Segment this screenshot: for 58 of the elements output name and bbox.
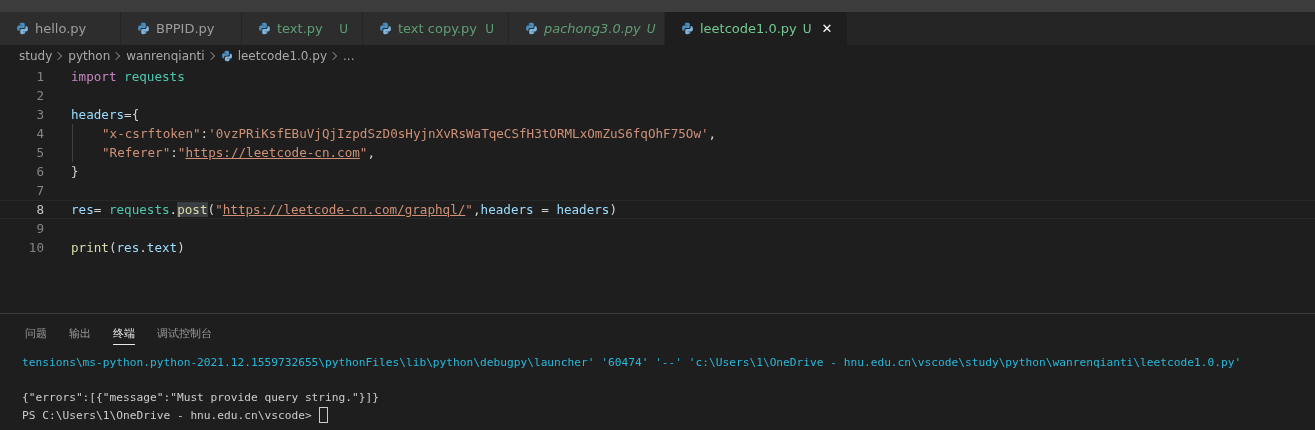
breadcrumb-item[interactable]: python xyxy=(68,49,111,63)
breadcrumb-item[interactable]: wanrenqianti xyxy=(126,49,205,63)
code-line: res= requests.post("https://leetcode-cn.com/graphql/",headers = headers) xyxy=(71,202,618,217)
tab-label: text.py xyxy=(277,21,323,36)
chevron-right-icon xyxy=(332,51,339,61)
untracked-label: U xyxy=(646,21,656,36)
panel-tab[interactable]: 终端 xyxy=(113,324,135,345)
tab-label: hello.py xyxy=(35,21,87,36)
editor-tab[interactable]: leetcode1.0.py U ✕ xyxy=(665,12,848,45)
untracked-label: U xyxy=(802,21,812,36)
code-line: } xyxy=(71,164,79,179)
panel-tab[interactable]: 问题 xyxy=(25,324,47,344)
close-button[interactable]: ✕ xyxy=(821,21,833,36)
code-line: headers={ xyxy=(71,107,140,122)
terminal-line: {"errors":[{"message":"Must provide query string."}]} xyxy=(22,391,379,405)
editor-tab[interactable]: pachong3.0.py U xyxy=(509,12,665,45)
line-number: 8 xyxy=(35,202,44,217)
tab-label: BPPID.py xyxy=(156,21,215,36)
untracked-label: U xyxy=(339,21,348,36)
panel-tab[interactable]: 输出 xyxy=(69,324,91,344)
terminal-line: PS C:\Users\1\OneDrive - hnu.edu.cn\vscode> xyxy=(22,408,312,422)
line-number: 4 xyxy=(35,126,44,141)
chevron-right-icon xyxy=(57,51,64,61)
editor-tab[interactable]: text copy.py U xyxy=(363,12,509,45)
line-number: 5 xyxy=(35,145,44,160)
tab-label: text copy.py xyxy=(398,21,478,36)
breadcrumb-item[interactable]: ... xyxy=(343,49,355,63)
code-line: "Referer":"https://leetcode-cn.com", xyxy=(101,145,375,160)
line-number: 10 xyxy=(27,240,44,255)
editor-tab[interactable]: BPPID.py xyxy=(121,12,242,45)
chevron-right-icon xyxy=(115,51,122,61)
line-number: 1 xyxy=(35,69,44,84)
panel-tab[interactable]: 调试控制台 xyxy=(157,324,212,344)
python-file-icon xyxy=(16,22,29,35)
line-number: 9 xyxy=(35,221,44,236)
line-number: 6 xyxy=(35,164,44,179)
editor-tab[interactable]: hello.py xyxy=(0,12,121,45)
chevron-right-icon xyxy=(209,51,216,61)
code-line: print(res.text) xyxy=(71,240,185,255)
tab-label: pachong3.0.py xyxy=(544,21,641,36)
terminal-cursor xyxy=(318,407,328,424)
line-number: 7 xyxy=(35,183,44,198)
code-line: import requests xyxy=(71,69,185,84)
code-line: "x-csrftoken":'0vzPRiKsfEBuVjQjIzpdSzD0sHyjnXvRsWaTqeCSfH3tORMLxOmZuS6fqOhF75Ow', xyxy=(101,126,717,141)
breadcrumb-item[interactable]: leetcode1.0.py xyxy=(237,49,328,63)
python-file-icon xyxy=(137,22,150,35)
breadcrumb-item[interactable]: study xyxy=(19,49,53,63)
python-file-icon xyxy=(379,22,392,35)
terminal-line: tensions\ms-python.python-2021.12.1559732655\pythonFiles\lib\python\debugpy\launcher' '60474' '--' 'c:\Users\1\OneDrive - hnu.edu.cn\vscode\study\python\wanrenqianti\leetcode1.0.py' xyxy=(22,356,1242,370)
line-number: 3 xyxy=(35,107,44,122)
untracked-label: U xyxy=(485,21,494,36)
tab-label: leetcode1.0.py xyxy=(700,21,797,36)
python-file-icon xyxy=(220,50,233,62)
python-file-icon xyxy=(258,22,271,35)
editor-tab[interactable]: text.py U xyxy=(242,12,363,45)
python-file-icon xyxy=(681,22,694,35)
python-file-icon xyxy=(525,22,538,35)
line-number: 2 xyxy=(35,88,44,103)
